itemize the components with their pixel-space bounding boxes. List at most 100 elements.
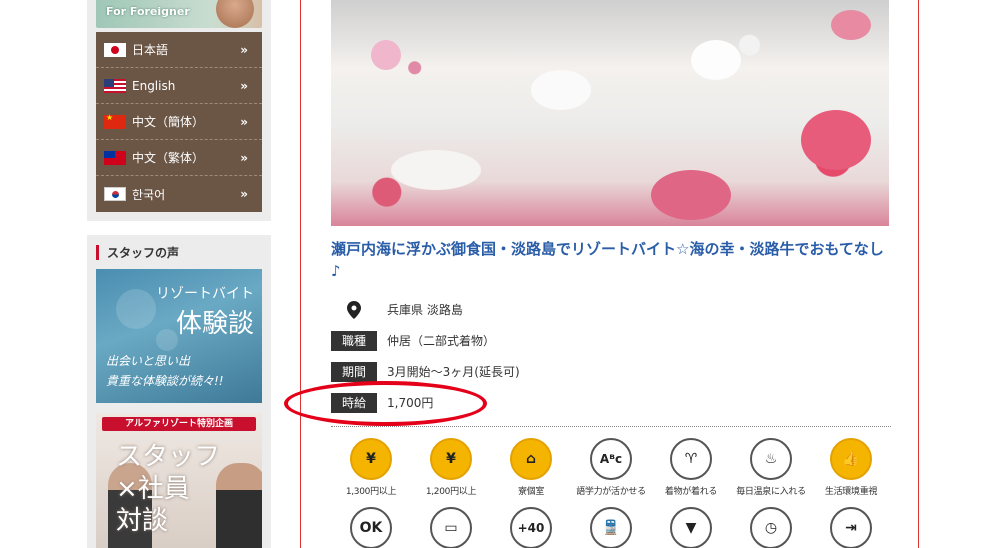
employee-person-image — [216, 463, 262, 548]
flower-dot — [801, 110, 871, 170]
banner-line: リゾートバイト — [156, 286, 254, 302]
dotted-divider — [331, 426, 891, 427]
flower-dot — [391, 150, 481, 190]
language-label: 中文（簡体） — [132, 115, 205, 129]
bubble-decoration — [116, 289, 156, 329]
feature-item: ◷ — [731, 507, 811, 548]
job-title-link[interactable]: 瀬戸内海に浮かぶ御食国・淡路島でリゾートバイト☆海の幸・淡路牛でおもてなし♪ — [331, 238, 891, 282]
banner-caption-line: 貴重な体験談が続々!! — [106, 374, 224, 388]
for-foreigner-banner[interactable]: For Foreigner — [96, 0, 262, 28]
banner-caption-line: 出会いと思い出 — [106, 354, 191, 368]
feature-label: 着物が着れる — [664, 487, 718, 497]
house-icon: ⌂ — [510, 438, 552, 480]
hot-spring-icon: ♨ — [750, 438, 792, 480]
feature-item: Aᴮc 語学力が活かせる — [571, 438, 651, 497]
feature-item: +40 — [491, 507, 571, 548]
feature-item: ⇥ — [811, 507, 891, 548]
feature-item: ▭ — [411, 507, 491, 548]
feature-label: 1,200円以上 — [425, 487, 477, 497]
taiwan-flag-icon — [104, 150, 126, 165]
for-foreigner-banner-text: For Foreigner — [106, 5, 190, 18]
feature-icon-row: ¥1,300円以上 ¥1,200円以上 ⌂ 寮個室 Aᴮc 語学力が活かせる ♈ 着物が着れる… — [331, 438, 891, 497]
feature-item: 👍 生活環境重視 — [811, 438, 891, 497]
job-type-row: 職種 仲居（二部式着物） — [331, 325, 891, 356]
clock-icon: ◷ — [750, 507, 792, 548]
china-flag-icon — [104, 113, 126, 129]
job-type-label: 職種 — [331, 330, 377, 351]
headline-line: ×社員 — [116, 474, 190, 504]
train-icon: 🚆 — [590, 507, 632, 548]
staff-interview-banner[interactable]: アルファリゾート特別企画 スタッフ ×社員 対談 — [96, 413, 262, 548]
us-flag-icon — [104, 78, 126, 93]
language-list: 日本語 » English » 中文（簡体） » 中文（繁体） » — [96, 32, 262, 212]
feature-item: 🚆 — [571, 507, 651, 548]
feature-label: 1,300円以上 — [345, 487, 397, 497]
red-highlight-circle — [284, 381, 487, 426]
feature-icon-row: OK ▭ +40 🚆 ▼ ◷ ⇥ — [331, 507, 891, 548]
language-icon: Aᴮc — [590, 438, 632, 480]
monitor-icon: ▭ — [430, 507, 472, 548]
flower-dot — [651, 170, 731, 220]
feature-icons: ¥1,300円以上 ¥1,200円以上 ⌂ 寮個室 Aᴮc 語学力が活かせる ♈ 着物が着れる… — [331, 438, 891, 548]
feature-item: ▼ — [651, 507, 731, 548]
period-value: 3月開始～3ヶ月(延長可) — [387, 365, 520, 379]
exit-icon: ⇥ — [830, 507, 872, 548]
map-pin-icon — [331, 300, 377, 319]
language-label: 한국어 — [132, 187, 166, 202]
feature-item: ¥1,200円以上 — [411, 438, 491, 497]
thumbs-up-icon: 👍 — [830, 438, 872, 480]
feature-item: ⌂ 寮個室 — [491, 438, 571, 497]
special-feature-tag: アルファリゾート特別企画 — [102, 417, 256, 431]
staff-voice-heading: スタッフの声 — [96, 235, 262, 269]
feature-item: ¥1,300円以上 — [331, 438, 411, 497]
ok-couple-icon: OK — [350, 507, 392, 548]
flower-field-photo[interactable] — [331, 0, 889, 226]
banner-headline: 体験談 — [175, 309, 254, 339]
feature-label: 生活環境重視 — [824, 487, 878, 497]
necktie-icon: ▼ — [670, 507, 712, 548]
chevron-right-icon: » — [240, 150, 248, 165]
korea-flag-icon — [104, 187, 126, 201]
headline-line: スタッフ — [116, 442, 221, 472]
flower-dot — [371, 40, 401, 70]
feature-item: OK — [331, 507, 411, 548]
location-row: 兵庫県 淡路島 — [331, 294, 891, 325]
language-item-japanese[interactable]: 日本語 » — [96, 32, 262, 68]
location-value: 兵庫県 淡路島 — [387, 303, 463, 317]
chevron-right-icon: » — [240, 187, 248, 201]
smiling-man-image — [216, 0, 254, 28]
page: For Foreigner 日本語 » English » 中文（簡体） » — [0, 0, 1000, 548]
language-panel: For Foreigner 日本語 » English » 中文（簡体） » — [87, 0, 271, 221]
bubble-decoration — [156, 329, 178, 351]
feature-item: ♈ 着物が着れる — [651, 438, 731, 497]
chevron-right-icon: » — [240, 78, 248, 93]
feature-label: 語学力が活かせる — [576, 487, 646, 497]
language-label: 中文（繁体） — [132, 151, 205, 165]
headline-line: 対談 — [116, 506, 169, 536]
sidebar: For Foreigner 日本語 » English » 中文（簡体） » — [87, 0, 271, 548]
job-type-value: 仲居（二部式着物） — [387, 334, 496, 348]
japan-flag-icon — [104, 42, 126, 57]
feature-label: 寮個室 — [517, 487, 545, 497]
feature-label: 毎日温泉に入れる — [736, 487, 806, 497]
staff-voice-panel: スタッフの声 リゾートバイト 体験談 出会いと思い出 貴重な体験談が続々!! ア… — [87, 235, 271, 548]
language-label: English — [132, 78, 176, 93]
job-card: 瀬戸内海に浮かぶ御食国・淡路島でリゾートバイト☆海の幸・淡路牛でおもてなし♪ 兵… — [300, 0, 919, 548]
interview-headline: スタッフ ×社員 対談 — [116, 441, 220, 537]
period-label: 期間 — [331, 361, 377, 382]
chevron-right-icon: » — [240, 114, 248, 129]
flower-dot — [691, 40, 741, 80]
yen-icon: ¥ — [350, 438, 392, 480]
language-item-korean[interactable]: 한국어 » — [96, 176, 262, 212]
language-label: 日本語 — [132, 43, 169, 57]
kimono-icon: ♈ — [670, 438, 712, 480]
yen-icon: ¥ — [430, 438, 472, 480]
feature-item: ♨ 毎日温泉に入れる — [731, 438, 811, 497]
resort-experience-banner[interactable]: リゾートバイト 体験談 出会いと思い出 貴重な体験談が続々!! — [96, 269, 262, 403]
language-item-english[interactable]: English » — [96, 68, 262, 104]
age-40-icon: +40 — [510, 507, 552, 548]
language-item-chinese-simplified[interactable]: 中文（簡体） » — [96, 104, 262, 140]
flower-dot — [531, 70, 591, 110]
flower-dot — [831, 10, 871, 40]
language-item-chinese-traditional[interactable]: 中文（繁体） » — [96, 140, 262, 176]
